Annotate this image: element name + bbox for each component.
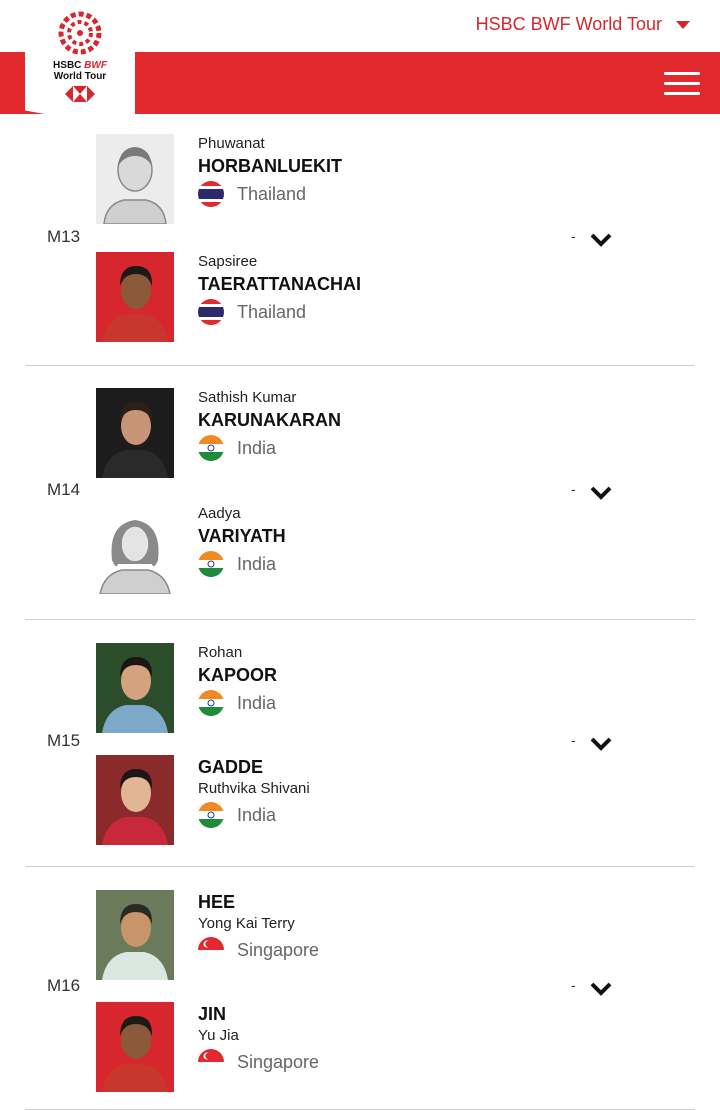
player-country: Thailand: [198, 181, 342, 207]
logo-text-line1: HSBC BWF: [53, 60, 107, 71]
player-photo: [96, 1002, 174, 1092]
logo-text-line2: World Tour: [53, 71, 107, 82]
match-row: M16 - HEE Yong Kai Terry Singapore JIN Yu Jia S…: [25, 867, 695, 1110]
match-score: -: [571, 228, 576, 244]
match-score: -: [571, 481, 576, 497]
expand-chevron-icon[interactable]: [589, 736, 613, 752]
player-info: Sapsiree TAERATTANACHAI Thailand: [198, 252, 361, 325]
player-entry[interactable]: HEE Yong Kai Terry Singapore: [96, 890, 496, 982]
player-given-name: Sathish Kumar: [198, 389, 297, 406]
country-name: Singapore: [237, 939, 320, 960]
player-photo: [96, 643, 174, 733]
country-name: Thailand: [237, 301, 307, 322]
player-entry[interactable]: Aadya VARIYATH India: [96, 504, 496, 596]
match-row: M14 - Sathish Kumar KARUNAKARAN India Aadya VA…: [25, 366, 695, 620]
hsbc-hexagon-icon: [65, 86, 95, 102]
player-given-name: Aadya: [198, 505, 241, 522]
singapore-flag: [198, 937, 224, 963]
match-row: M15- Rohan KAPOOR India GADDE Ruthvika Shivan…: [25, 620, 695, 867]
player-entry[interactable]: Rohan KAPOOR India: [96, 643, 496, 735]
player-info: GADDE Ruthvika Shivani India: [198, 755, 310, 828]
player-entry[interactable]: JIN Yu Jia Singapore: [96, 1002, 496, 1094]
player-country: Thailand: [198, 299, 361, 325]
country-name: India: [237, 437, 277, 458]
player-photo: [96, 890, 174, 980]
caret-down-icon: [676, 20, 690, 29]
india-flag: [198, 435, 224, 461]
country-name: India: [237, 804, 277, 825]
country-name: Singapore: [237, 1051, 320, 1072]
player-entry[interactable]: GADDE Ruthvika Shivani India: [96, 755, 496, 847]
match-code: M14: [47, 480, 81, 499]
player-given-name: Yu Jia: [198, 1027, 239, 1044]
player-surname[interactable]: JIN: [198, 1002, 319, 1026]
match-row: M13- Phuwanat HORBANLUEKIT Thailand Sapsiree…: [25, 116, 695, 366]
player-photo: [96, 504, 174, 594]
country-name: India: [237, 692, 277, 713]
expand-chevron-icon[interactable]: [589, 232, 613, 248]
thailand-flag: [198, 299, 224, 325]
player-country: India: [198, 802, 310, 828]
player-country: Singapore: [198, 937, 319, 963]
player-info: Phuwanat HORBANLUEKIT Thailand: [198, 134, 342, 207]
player-given-name: Sapsiree: [198, 253, 258, 270]
logo[interactable]: HSBC BWF World Tour: [25, 0, 135, 130]
match-code: M13: [47, 227, 81, 246]
match-code: M16: [47, 976, 81, 995]
player-entry[interactable]: Sapsiree TAERATTANACHAI Thailand: [96, 252, 496, 344]
player-info: Rohan KAPOOR India: [198, 643, 277, 716]
match-score: -: [571, 977, 576, 993]
player-photo: [96, 388, 174, 478]
shuttle-wheel-icon: [58, 11, 102, 55]
player-surname[interactable]: HEE: [198, 890, 319, 914]
expand-chevron-icon[interactable]: [589, 485, 613, 501]
player-info: Sathish Kumar KARUNAKARAN India: [198, 388, 341, 461]
player-given-name: Rohan: [198, 644, 243, 661]
singapore-flag: [198, 1049, 224, 1075]
match-score: -: [571, 732, 576, 748]
player-photo: [96, 134, 174, 224]
player-surname[interactable]: GADDE: [198, 755, 310, 779]
player-given-name: Yong Kai Terry: [198, 915, 295, 932]
india-flag: [198, 690, 224, 716]
player-surname[interactable]: TAERATTANACHAI: [198, 272, 361, 296]
match-code: M15: [47, 731, 81, 750]
player-given-name: Phuwanat: [198, 135, 265, 152]
player-info: Aadya VARIYATH India: [198, 504, 286, 577]
tour-selector-label: HSBC BWF World Tour: [475, 14, 662, 34]
player-surname[interactable]: KARUNAKARAN: [198, 408, 341, 432]
player-country: India: [198, 551, 286, 577]
player-entry[interactable]: Sathish Kumar KARUNAKARAN India: [96, 388, 496, 480]
tour-selector[interactable]: HSBC BWF World Tour: [476, 14, 690, 35]
player-given-name: Ruthvika Shivani: [198, 780, 310, 797]
thailand-flag: [198, 181, 224, 207]
player-photo: [96, 755, 174, 845]
player-country: India: [198, 435, 341, 461]
player-surname[interactable]: VARIYATH: [198, 524, 286, 548]
india-flag: [198, 551, 224, 577]
player-photo: [96, 252, 174, 342]
country-name: India: [237, 553, 277, 574]
country-name: Thailand: [237, 183, 307, 204]
player-info: HEE Yong Kai Terry Singapore: [198, 890, 319, 963]
india-flag: [198, 802, 224, 828]
hamburger-menu-icon[interactable]: [664, 72, 700, 96]
player-surname[interactable]: HORBANLUEKIT: [198, 154, 342, 178]
player-country: Singapore: [198, 1049, 319, 1075]
expand-chevron-icon[interactable]: [589, 981, 613, 997]
player-info: JIN Yu Jia Singapore: [198, 1002, 319, 1075]
player-country: India: [198, 690, 277, 716]
player-entry[interactable]: Phuwanat HORBANLUEKIT Thailand: [96, 134, 496, 226]
player-surname[interactable]: KAPOOR: [198, 663, 277, 687]
